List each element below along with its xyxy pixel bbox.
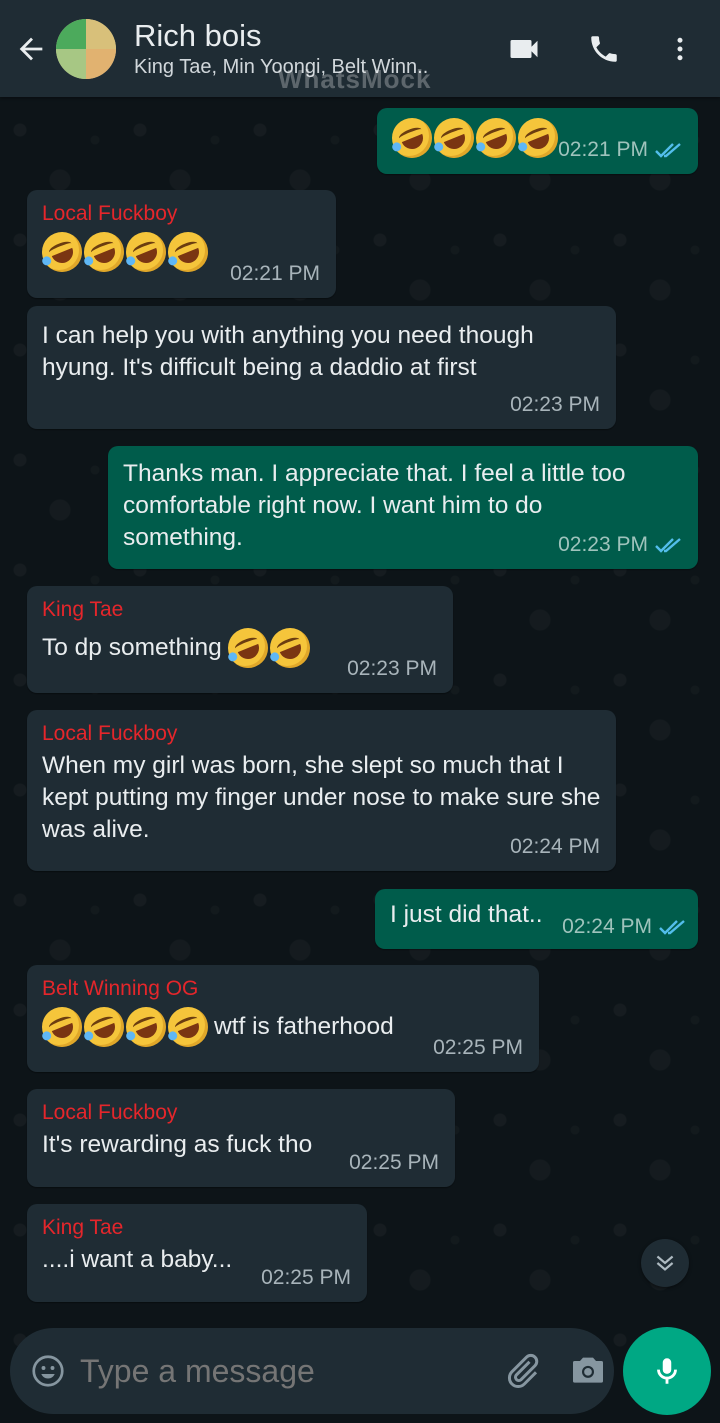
- rofl-emoji-icon: [263, 621, 316, 675]
- message-meta: 02:24 PM: [510, 835, 600, 859]
- message-time: 02:24 PM: [562, 915, 652, 938]
- message-time: 02:25 PM: [261, 1266, 351, 1289]
- mic-icon: [657, 1358, 677, 1384]
- message-meta: 02:21 PM: [558, 138, 682, 162]
- message-time: 02:25 PM: [349, 1151, 439, 1174]
- message-time: 02:23 PM: [558, 533, 648, 556]
- double-chevron-down-icon: [656, 1255, 674, 1271]
- message-text: wtf is fatherhood: [214, 1013, 394, 1040]
- attach-icon[interactable]: [502, 1351, 542, 1391]
- read-ticks-icon: [655, 538, 681, 553]
- message-input[interactable]: [78, 1351, 502, 1391]
- mic-button[interactable]: [623, 1327, 711, 1415]
- emoji-icon[interactable]: [30, 1353, 66, 1389]
- sender-name: Local Fuckboy: [42, 202, 178, 225]
- message-outgoing[interactable]: 02:21 PM: [377, 108, 698, 174]
- sender-name: Belt Winning OG: [42, 977, 199, 1000]
- read-ticks-icon: [655, 143, 681, 158]
- message-meta: 02:25 PM: [261, 1266, 351, 1290]
- camera-icon[interactable]: [568, 1351, 608, 1391]
- rofl-emoji-icon: [119, 1000, 173, 1054]
- message-meta: 02:23 PM: [347, 657, 437, 681]
- back-arrow-icon[interactable]: [10, 28, 52, 70]
- message-meta: 02:23 PM: [510, 393, 600, 417]
- message-outgoing[interactable]: Thanks man. I appreciate that. I feel a …: [108, 446, 698, 569]
- message-incoming[interactable]: King Tae To dp something 02:23 PM: [27, 586, 453, 693]
- rofl-emoji-icon: [77, 1000, 131, 1054]
- sender-name: Local Fuckboy: [42, 1101, 178, 1124]
- sender-name: King Tae: [42, 1216, 124, 1239]
- message-text: When my girl was born, she slept so much…: [42, 752, 601, 843]
- message-time: 02:21 PM: [558, 138, 648, 161]
- rofl-emoji-icon: [77, 225, 131, 279]
- message-incoming[interactable]: Belt Winning OG wtf is fatherhood 02:25 …: [27, 965, 539, 1072]
- rofl-emoji-icon: [427, 111, 481, 165]
- rofl-emoji-icon: [469, 111, 523, 165]
- message-text: I can help you with anything you need th…: [42, 322, 534, 381]
- message-incoming[interactable]: King Tae ....i want a baby... 02:25 PM: [27, 1204, 367, 1302]
- rofl-emoji-icon: [35, 225, 89, 279]
- rofl-emoji-icon: [35, 1000, 89, 1054]
- rofl-emoji-icon: [161, 1000, 215, 1054]
- more-options-icon[interactable]: [658, 27, 702, 71]
- phone-call-icon[interactable]: [582, 27, 626, 71]
- message-meta: 02:21 PM: [230, 262, 320, 286]
- message-composer: [10, 1328, 614, 1414]
- group-name: Rich bois: [134, 17, 262, 53]
- message-incoming[interactable]: Local Fuckboy It's rewarding as fuck tho…: [27, 1089, 455, 1187]
- message-incoming[interactable]: I can help you with anything you need th…: [27, 306, 616, 429]
- rofl-emoji-icon: [221, 621, 274, 675]
- message-text: To dp something: [42, 634, 222, 661]
- group-avatar[interactable]: [56, 18, 116, 79]
- sender-name: Local Fuckboy: [42, 722, 178, 745]
- video-call-icon[interactable]: [502, 27, 546, 71]
- message-meta: 02:25 PM: [433, 1036, 523, 1060]
- message-time: 02:23 PM: [347, 657, 437, 680]
- scroll-to-bottom-button[interactable]: [641, 1239, 689, 1287]
- rofl-emoji-icon: [385, 111, 439, 165]
- message-incoming[interactable]: Local Fuckboy When my girl was born, she…: [27, 710, 616, 871]
- rofl-emoji-icon: [511, 111, 565, 165]
- message-time: 02:24 PM: [510, 835, 600, 858]
- rofl-emoji-icon: [119, 225, 173, 279]
- message-meta: 02:24 PM: [562, 915, 686, 939]
- watermark: WhatsMock: [278, 64, 432, 94]
- message-time: 02:25 PM: [433, 1036, 523, 1059]
- message-meta: 02:23 PM: [558, 533, 682, 557]
- sender-name: King Tae: [42, 598, 124, 621]
- message-meta: 02:25 PM: [349, 1151, 439, 1175]
- read-ticks-icon: [659, 920, 685, 935]
- message-outgoing[interactable]: I just did that.. 02:24 PM: [375, 889, 698, 949]
- message-time: 02:23 PM: [510, 393, 600, 416]
- rofl-emoji-icon: [161, 225, 215, 279]
- message-incoming[interactable]: Local Fuckboy 02:21 PM: [27, 190, 336, 298]
- message-time: 02:21 PM: [230, 262, 320, 285]
